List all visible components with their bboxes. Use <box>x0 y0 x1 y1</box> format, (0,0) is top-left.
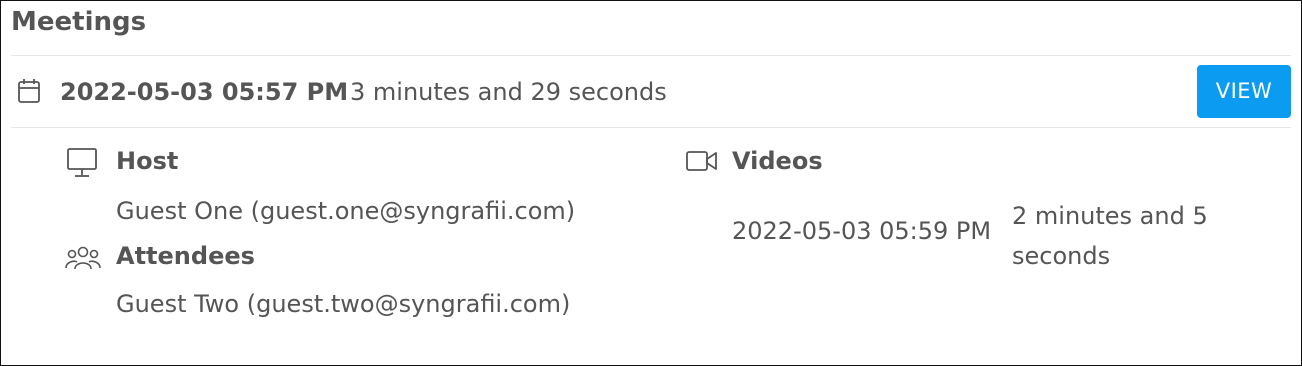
calendar-icon <box>17 78 41 104</box>
panel-title: Meetings <box>11 7 147 37</box>
host-value: Guest One (guest.one@syngrafii.com) <box>116 197 576 225</box>
video-duration: 2 minutes and 5 seconds <box>1012 202 1208 270</box>
video-camera-icon <box>685 149 719 173</box>
host-heading: Host <box>116 147 179 175</box>
meeting-duration: 3 minutes and 29 seconds <box>350 78 667 106</box>
attendees-heading: Attendees <box>116 242 255 270</box>
video-date[interactable]: 2022-05-03 05:59 PM <box>732 217 991 245</box>
meeting-date: 2022-05-03 05:57 PM <box>60 78 349 106</box>
users-icon <box>65 245 101 271</box>
attendee-value: Guest Two (guest.two@syngrafii.com) <box>116 290 571 318</box>
meetings-panel: Meetings 2022-05-03 05:57 PM 3 minutes a… <box>0 0 1302 366</box>
monitor-icon <box>65 147 99 179</box>
view-button[interactable]: VIEW <box>1197 65 1291 118</box>
meeting-divider <box>11 127 1291 128</box>
meeting-row: 2022-05-03 05:57 PM 3 minutes and 29 sec… <box>1 56 1302 127</box>
videos-heading: Videos <box>732 147 823 175</box>
